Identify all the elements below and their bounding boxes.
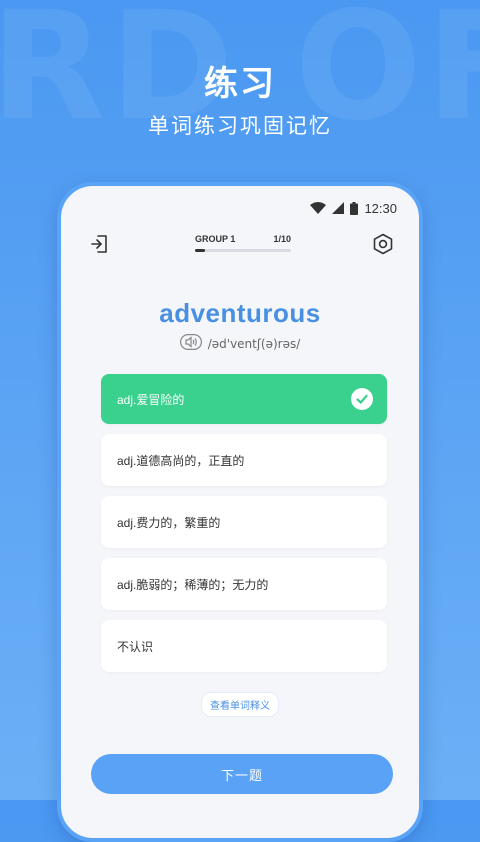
answer-option-unknown[interactable]: 不认识 — [101, 620, 387, 672]
answer-option-label: adj.费力的，繁重的 — [117, 515, 221, 530]
status-time: 12:30 — [364, 200, 397, 216]
phonetic-text: /əd'ventʃ(ə)rəs/ — [207, 336, 301, 351]
answer-option[interactable]: adj.脆弱的；稀薄的；无力的 — [101, 558, 387, 610]
answer-option-label: adj.脆弱的；稀薄的；无力的 — [117, 577, 269, 592]
settings-icon[interactable] — [371, 232, 395, 256]
view-definition-link[interactable]: 查看单词释义 — [201, 692, 279, 717]
page-title: 练习 — [204, 65, 276, 103]
view-definition-row: 查看单词释义 — [61, 692, 419, 717]
page-subtitle: 单词练习巩固记忆 — [148, 115, 332, 138]
answer-option-label: adj.道德高尚的，正直的 — [117, 453, 245, 468]
exit-icon[interactable] — [89, 233, 111, 255]
answer-option[interactable]: adj.爱冒险的 — [101, 374, 387, 424]
answer-option[interactable]: adj.道德高尚的，正直的 — [101, 434, 387, 486]
phonetic-row: /əd'ventʃ(ə)rəs/ — [61, 334, 419, 353]
group-progress: GROUP 1 1/10 — [195, 234, 291, 252]
answer-options: adj.爱冒险的 adj.道德高尚的，正直的 adj.费力的，繁重的 adj.脆… — [101, 374, 387, 682]
battery-icon — [350, 201, 359, 215]
next-question-button[interactable]: 下一题 — [91, 754, 393, 794]
speaker-icon[interactable] — [179, 334, 202, 353]
phone-frame: 12:30 GROUP 1 1/10 adventurous /əd'ventʃ… — [57, 182, 423, 842]
progress-counter: 1/10 — [273, 234, 291, 244]
wifi-icon — [310, 202, 327, 214]
vocabulary-word: adventurous — [159, 298, 321, 328]
practice-topbar: GROUP 1 1/10 — [61, 230, 419, 260]
answer-option-label: adj.爱冒险的 — [117, 392, 185, 407]
progress-fill — [195, 249, 205, 252]
group-label: GROUP 1 — [195, 234, 236, 244]
answer-option[interactable]: adj.费力的，繁重的 — [101, 496, 387, 548]
answer-option-label: 不认识 — [117, 639, 154, 654]
signal-icon — [332, 202, 345, 214]
progress-track — [195, 249, 291, 252]
status-bar: 12:30 — [310, 200, 397, 216]
check-icon — [351, 388, 373, 410]
